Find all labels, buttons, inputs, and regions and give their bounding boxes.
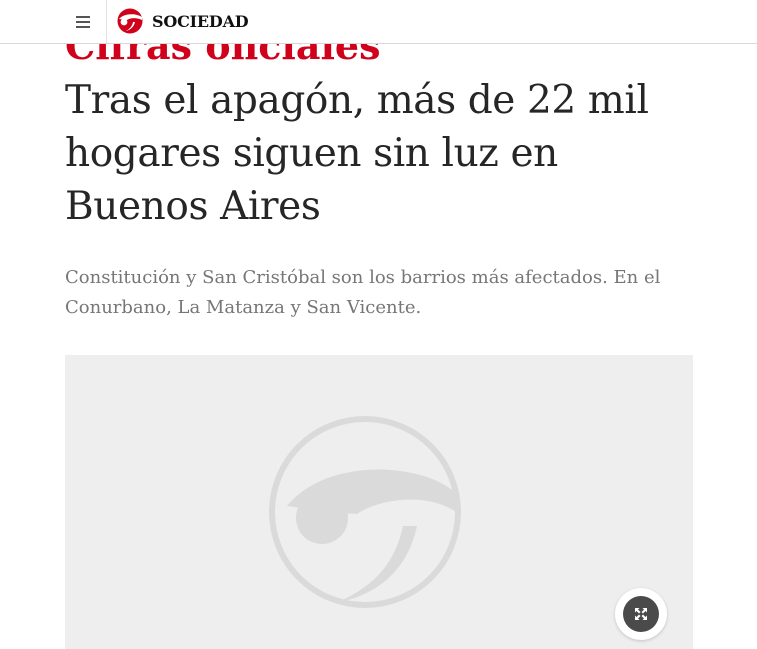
article-headline: Tras el apagón, más de 22 mil hogares si… [65,78,649,229]
hamburger-menu-icon [76,15,90,28]
menu-button[interactable] [60,0,107,43]
article: Cifras oficiales Tras el apagón, más de … [0,0,757,649]
expand-image-button[interactable] [615,588,667,640]
top-bar: SOCIEDAD [0,0,757,44]
brand-placeholder-icon [269,416,461,608]
article-image-placeholder [65,355,693,649]
expand-button-circle [623,596,659,632]
section-name-link[interactable]: SOCIEDAD [152,11,249,33]
brand-logo-icon[interactable] [116,7,144,35]
expand-icon [635,608,647,620]
article-summary: Constitución y San Cristóbal son los bar… [65,267,661,318]
